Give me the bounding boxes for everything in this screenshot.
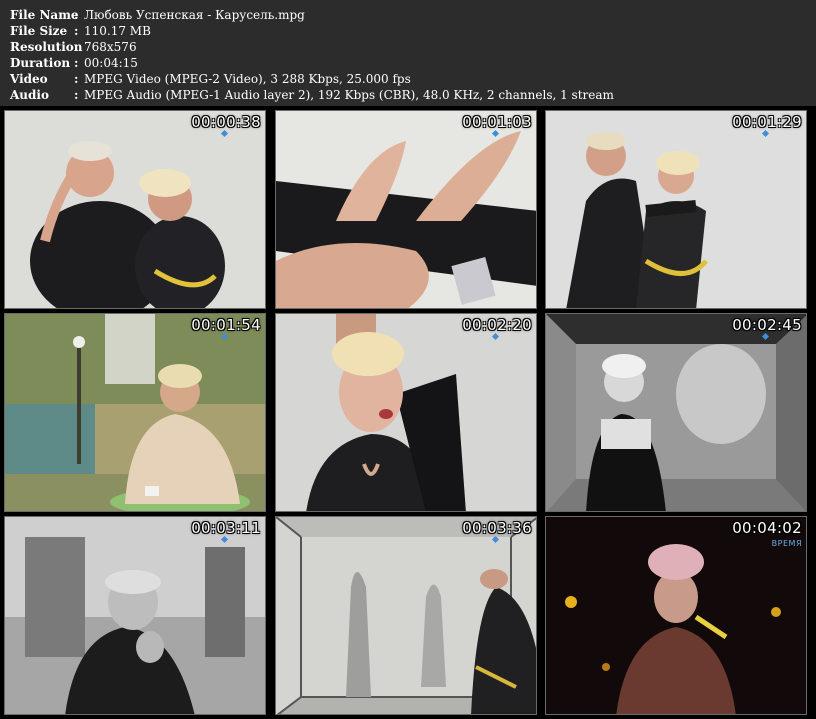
thumbnail-timestamp: 00:01:03 bbox=[462, 113, 532, 131]
thumbnail-5[interactable]: 00:02:20 bbox=[275, 313, 537, 512]
info-separator: : bbox=[74, 24, 79, 38]
thumbnail-2[interactable]: 00:01:03 bbox=[275, 110, 537, 309]
thumbnail-timestamp: 00:03:36 bbox=[462, 519, 532, 537]
frame-singer-stage bbox=[546, 517, 806, 714]
thumbnail-timestamp: 00:00:38 bbox=[191, 113, 261, 131]
info-value-file-name: Любовь Успенская - Карусель.mpg bbox=[84, 8, 305, 22]
info-separator: : bbox=[74, 88, 79, 102]
frame-couple-dancing bbox=[546, 111, 806, 308]
thumbnail-3[interactable]: 00:01:29 bbox=[545, 110, 807, 309]
thumbnail-7[interactable]: 00:03:11 bbox=[4, 516, 266, 715]
info-separator: : bbox=[74, 56, 79, 70]
info-label: Duration bbox=[10, 56, 71, 70]
file-info-panel: File Name : Любовь Успенская - Карусель.… bbox=[0, 0, 816, 106]
info-label: Audio bbox=[10, 88, 49, 102]
thumbnail-8[interactable]: 00:03:36 bbox=[275, 516, 537, 715]
info-value-video: MPEG Video (MPEG-2 Video), 3 288 Kbps, 2… bbox=[84, 72, 411, 86]
frame-silhouettes-box bbox=[276, 517, 536, 714]
thumbnail-4[interactable]: 00:01:54 bbox=[4, 313, 266, 512]
frame-woman-cafe bbox=[5, 314, 265, 511]
info-value-audio: MPEG Audio (MPEG-1 Audio layer 2), 192 K… bbox=[84, 88, 614, 102]
thumbnail-1[interactable]: 00:00:38 bbox=[4, 110, 266, 309]
thumbnail-6[interactable]: 00:02:45 bbox=[545, 313, 807, 512]
info-label: Video bbox=[10, 72, 48, 86]
thumbnail-timestamp: 00:03:11 bbox=[191, 519, 261, 537]
thumbnail-9[interactable]: 00:04:02 ВРЕМЯ bbox=[545, 516, 807, 715]
frame-hands-reaching bbox=[276, 111, 536, 308]
info-value-file-size: 110.17 MB bbox=[84, 24, 151, 38]
frame-couple-embrace bbox=[5, 111, 265, 308]
thumbnail-grid: 00:00:38 00:01:03 00:01:29 00:01:54 00:0… bbox=[0, 106, 816, 719]
frame-woman-box-room bbox=[546, 314, 806, 511]
info-value-duration: 00:04:15 bbox=[84, 56, 138, 70]
info-separator: : bbox=[74, 8, 79, 22]
info-label: File Name bbox=[10, 8, 79, 22]
frame-woman-singing bbox=[276, 314, 536, 511]
info-label: Resolution bbox=[10, 40, 83, 54]
thumbnail-timestamp: 00:04:02 bbox=[732, 519, 802, 537]
info-separator: : bbox=[74, 72, 79, 86]
thumbnail-timestamp: 00:02:20 bbox=[462, 316, 532, 334]
info-label: File Size bbox=[10, 24, 68, 38]
thumbnail-timestamp: 00:02:45 bbox=[732, 316, 802, 334]
frame-man-smoking bbox=[5, 517, 265, 714]
channel-logo-text: ВРЕМЯ bbox=[771, 539, 802, 548]
info-value-resolution: 768x576 bbox=[84, 40, 137, 54]
thumbnail-timestamp: 00:01:29 bbox=[732, 113, 802, 131]
thumbnail-timestamp: 00:01:54 bbox=[191, 316, 261, 334]
info-separator: : bbox=[74, 40, 79, 54]
